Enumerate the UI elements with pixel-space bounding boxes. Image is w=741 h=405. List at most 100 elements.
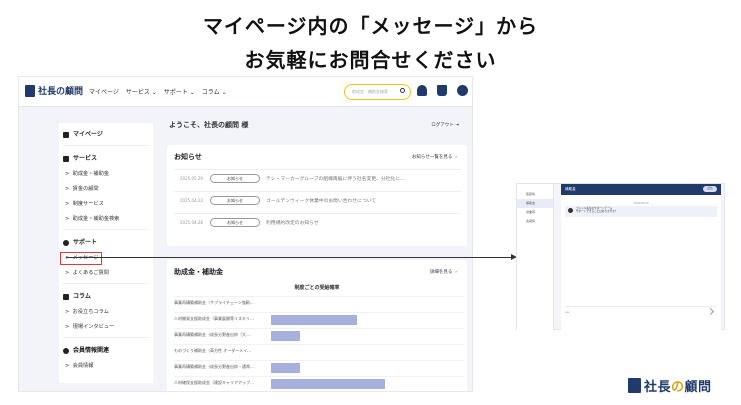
send-button[interactable]: 送信 [703, 186, 717, 192]
message-date: 2025/05/29 [633, 202, 649, 205]
sidebar-item-interview[interactable]: > 現場インタビュー [59, 320, 153, 335]
chart-category-label: 人材開発支援助成金（事業展開等リスキリ… [174, 316, 254, 321]
message-thread: 補助金 送信 2025/05/29 ゴンシル先生のサポートチーム サポートできる… [561, 184, 721, 331]
chart-row: 事業再構築補助金（サプライチェーン強靭… [174, 296, 464, 310]
sidebar-divider [63, 283, 149, 287]
news-row[interactable]: 2025.04.22 お知らせ ゴールデンウィーク休業中のお問い合わせについて [174, 191, 461, 209]
news-row[interactable]: 2025.05.29 お知らせ テレ・マーカーグループの組織再編に伴う社名変更、… [174, 169, 461, 187]
news-list-link[interactable]: お知らせ一覧を見る › [412, 154, 457, 160]
subsidy-card: 助成金・補助金 詳細を見る › 制度ごとの受給確率 事業再構築補助金（サプライチ… [167, 260, 467, 391]
chart-category-label: 事業再構築補助金（成長分野進出枠（大… [174, 332, 250, 337]
sidebar-mypage[interactable]: マイページ [59, 127, 153, 143]
brand-logo-icon [628, 378, 641, 393]
sidebar-column-heading: コラム [59, 289, 153, 305]
nav-column[interactable]: コラム ⌄ [202, 87, 227, 96]
send-icon[interactable] [706, 307, 715, 316]
news-text: テレ・マーカーグループの組織再編に伴う社名変更、分社化に… [266, 177, 405, 182]
sidebar-item-subsidy[interactable]: > 助成金・補助金 [59, 167, 153, 182]
message-screenshot: 取扱情 補助金 営業項 会員情 補助金 送信 2025/05/29 ゴンシル先生… [516, 183, 725, 331]
chart-title: 制度ごとの受給確率 [294, 285, 340, 291]
message-side-item[interactable]: 補助金 [517, 199, 553, 208]
pointer-arrow-line [66, 257, 515, 258]
news-date: 2025.04.22 [180, 198, 203, 203]
chart-bar [271, 315, 357, 325]
mypage-screenshot: 社長の顧問 マイページ サービス ⌄ サポート ⌄ コラム ⌄ 助成金・補助金検… [18, 76, 473, 392]
news-tag: お知らせ [210, 196, 260, 205]
message-input[interactable]: Aa [565, 306, 717, 316]
logo-text: 社長の顧問 [38, 87, 84, 97]
message-side-item[interactable]: 営業項 [517, 208, 553, 217]
news-tag: お知らせ [210, 174, 260, 183]
subsidy-detail-link[interactable]: 詳細を見る › [430, 269, 457, 275]
chart-row: 事業再構築補助金（成長分野進出枠・通常… [174, 360, 464, 374]
sidebar-divider [63, 337, 149, 341]
home-icon [63, 132, 69, 138]
search-icon[interactable] [400, 88, 405, 93]
chart-row: ものづくり補助金（革方性 オーダーメイ… [174, 344, 464, 358]
message-side-item[interactable]: 会員情 [517, 217, 553, 226]
news-date: 2025.05.29 [180, 176, 203, 181]
sidebar-divider [63, 145, 149, 149]
headline-line-2: お気軽にお問合せください [244, 48, 497, 72]
chart-bar [271, 363, 300, 373]
header-icons [417, 85, 468, 96]
message-sidebar: 取扱情 補助金 営業項 会員情 [517, 184, 554, 331]
news-card: お知らせ お知らせ一覧を見る › 2025.05.29 お知らせ テレ・マーカー… [167, 145, 467, 246]
news-date: 2025.04.28 [180, 220, 203, 225]
sidebar-divider [63, 229, 149, 233]
chat-icon[interactable] [457, 85, 468, 96]
message-body: サポートできることはありますか？ [576, 210, 618, 214]
headline-line-1: マイページ内の「メッセージ」から [202, 14, 539, 38]
bell-icon[interactable] [417, 85, 427, 96]
main-nav: マイページ サービス ⌄ サポート ⌄ コラム ⌄ [89, 87, 227, 96]
brand-text: 社長の顧問 [644, 380, 712, 395]
document-icon [63, 156, 69, 162]
thread-header: 補助金 送信 [561, 184, 721, 195]
news-title: お知らせ [174, 153, 202, 161]
sidebar-item-wage-advisor[interactable]: > 賃金の顧問 [59, 182, 153, 197]
nav-support[interactable]: サポート ⌄ [164, 87, 195, 96]
search-input[interactable]: 助成金・補助金検索 [344, 84, 411, 100]
brand-logo: 社長の顧問 [628, 376, 712, 395]
logout-button[interactable]: ログアウト ⇥ [431, 122, 459, 128]
welcome-text: ようこそ、社長の顧問 様 [169, 121, 249, 129]
sidebar-service-heading: サービス [59, 151, 153, 167]
sidebar-item-subsidy-search[interactable]: > 助成金・補助金検索 [59, 212, 153, 227]
chart-category-label: 事業再構築補助金（サプライチェーン強靭… [174, 300, 254, 305]
sidebar-item-faq[interactable]: > よくあるご質問 [59, 266, 153, 281]
news-text: ゴールデンウィーク休業中のお問い合わせについて [266, 199, 377, 204]
search-placeholder: 助成金・補助金検索 [352, 89, 388, 94]
book-icon [63, 294, 69, 300]
chart-category-label: 人材確保支援助成金（建設キャリアアップ… [174, 380, 254, 385]
chart-category-label: ものづくり補助金（革方性 オーダーメイ… [174, 348, 252, 353]
news-text: 利用規約改定のお知らせ [266, 221, 319, 226]
gear-icon [63, 348, 69, 354]
message-side-item[interactable]: 取扱情 [517, 190, 553, 199]
top-navbar: 社長の顧問 マイページ サービス ⌄ サポート ⌄ コラム ⌄ 助成金・補助金検… [19, 77, 472, 107]
chart-category-label: 事業再構築補助金（成長分野進出枠・通常… [174, 364, 254, 369]
cart-icon[interactable] [437, 85, 447, 96]
sidebar-item-useful-column[interactable]: > お役立ちコラム [59, 305, 153, 320]
logo-icon [25, 84, 35, 97]
nav-mypage[interactable]: マイページ [89, 87, 119, 96]
site-logo[interactable]: 社長の顧問 [25, 84, 83, 97]
sidebar: マイページ サービス > 助成金・補助金 > 賃金の顧問 > 制度サービス > … [59, 123, 153, 383]
subsidy-title: 助成金・補助金 [174, 268, 223, 276]
news-row[interactable]: 2025.04.28 お知らせ 利用規約改定のお知らせ [174, 213, 461, 231]
chart-row: 人材開発支援助成金（事業展開等リスキリ… [174, 312, 464, 326]
sidebar-member-heading: 会員情報関連 [59, 343, 153, 359]
sidebar-item-member-info[interactable]: > 会員情報 [59, 359, 153, 374]
question-icon [63, 240, 69, 246]
chart-bar [271, 331, 300, 341]
chart-bar [271, 379, 385, 389]
avatar [568, 208, 573, 213]
sidebar-support-heading: サポート [59, 235, 153, 251]
message-bubble: ゴンシル先生のサポートチーム サポートできることはありますか？ [565, 206, 717, 217]
chart-row: 事業再構築補助金（成長分野進出枠（大… [174, 328, 464, 342]
news-tag: お知らせ [210, 218, 260, 227]
main-content: ようこそ、社長の顧問 様 ログアウト ⇥ お知らせ お知らせ一覧を見る › 20… [167, 117, 467, 391]
sidebar-item-system-service[interactable]: > 制度サービス [59, 197, 153, 212]
sidebar-item-message[interactable]: > メッセージ [59, 251, 103, 266]
chart-row: 人材確保支援助成金（建設キャリアアップ… [174, 376, 464, 390]
nav-service[interactable]: サービス ⌄ [126, 87, 157, 96]
